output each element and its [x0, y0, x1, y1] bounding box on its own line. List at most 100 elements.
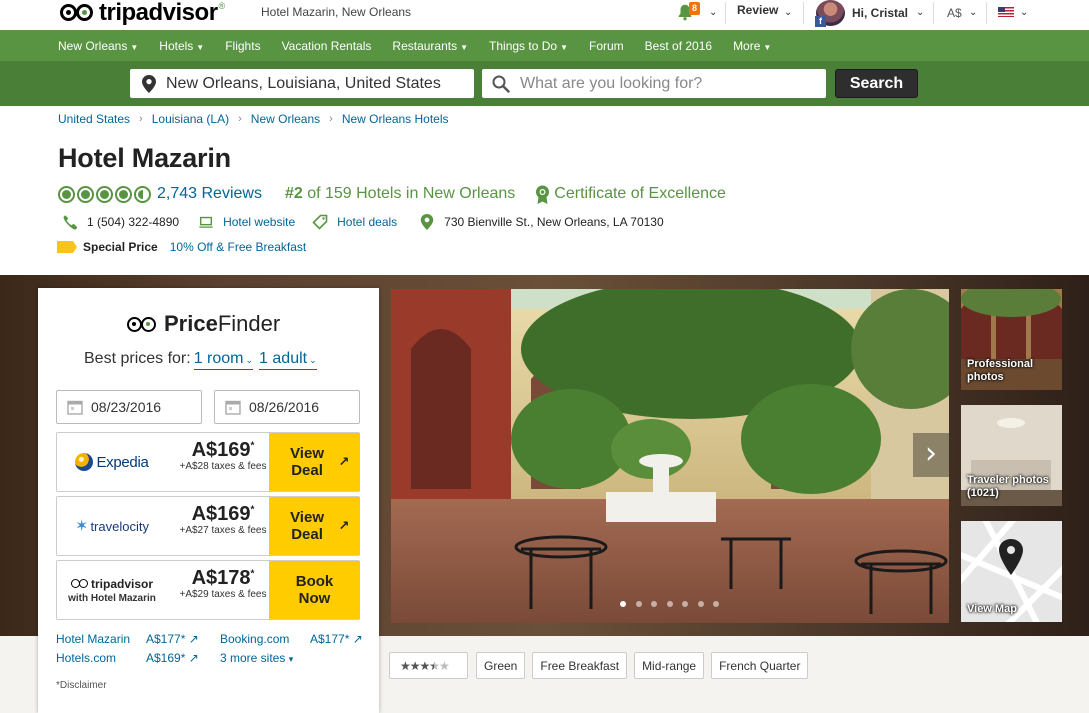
breadcrumb-country[interactable]: United States: [58, 112, 130, 126]
chevron-down-icon: ▼: [763, 42, 772, 52]
disclaimer-link[interactable]: *Disclaimer: [56, 680, 107, 691]
search-input[interactable]: [520, 74, 810, 93]
nav-item-best-of-2016[interactable]: Best of 2016: [645, 39, 712, 53]
search-icon: [492, 75, 510, 93]
chevron-down-icon[interactable]: ⌄: [709, 7, 717, 18]
checkin-date-field[interactable]: 08/23/2016: [56, 390, 202, 424]
provider-logo: Expedia: [57, 433, 167, 491]
chevron-down-icon: ⌄: [245, 355, 254, 365]
offer-price: A$169* +A$27 taxes & fees: [179, 503, 267, 536]
price-tag-icon: [57, 241, 77, 253]
user-greeting[interactable]: Hi, Cristal: [852, 6, 908, 20]
traveler-photos-thumb[interactable]: Traveler photos (1021): [961, 405, 1062, 506]
courtyard-photo: [391, 289, 949, 623]
hotel-deals-link[interactable]: Hotel deals: [337, 215, 397, 229]
tag-mid-range[interactable]: Mid-range: [634, 652, 705, 679]
book-now-button[interactable]: Book Now: [269, 561, 360, 619]
special-price-label: Special Price: [83, 240, 158, 254]
rating-bubble-icon: [115, 185, 132, 203]
view-deal-button[interactable]: View Deal ↗: [269, 433, 360, 491]
ranking-link[interactable]: #2 of 159 Hotels in New Orleans: [285, 185, 515, 203]
owl-icon: [70, 579, 89, 588]
chevron-right-icon: ›: [329, 113, 333, 125]
other-site-name[interactable]: Booking.com: [220, 632, 289, 646]
laptop-icon: [198, 216, 214, 228]
location-input[interactable]: [166, 74, 456, 93]
chevron-down-icon[interactable]: ⌄: [784, 7, 792, 18]
other-site-price[interactable]: A$177* ↗: [310, 632, 363, 646]
next-photo-arrow[interactable]: ›: [913, 433, 949, 477]
chevron-down-icon[interactable]: ⌄: [969, 7, 977, 18]
nav-item-vacation-rentals[interactable]: Vacation Rentals: [282, 39, 372, 53]
slide-dot[interactable]: [620, 601, 626, 607]
breadcrumb-hotels[interactable]: New Orleans Hotels: [342, 112, 449, 126]
chevron-down-icon[interactable]: ⌄: [916, 7, 924, 18]
search-button[interactable]: Search: [835, 69, 918, 98]
nav-item-more[interactable]: More ▼: [733, 39, 771, 53]
slide-dot[interactable]: [666, 601, 673, 607]
certificate-of-excellence[interactable]: Certificate of Excellence: [554, 185, 726, 203]
special-price-row: Special Price 10% Off & Free Breakfast: [57, 239, 306, 255]
rating-bubble-icon: [96, 185, 113, 203]
view-map-thumb[interactable]: View Map: [961, 521, 1062, 622]
other-site-price[interactable]: A$169* ↗: [146, 651, 199, 665]
main-nav: New Orleans ▼ Hotels ▼ Flights Vacation Renta…: [0, 30, 1089, 61]
slide-dot[interactable]: [682, 601, 688, 607]
slide-dot[interactable]: [713, 601, 719, 607]
more-sites-dropdown[interactable]: 3 more sites ▾: [220, 651, 293, 665]
top-hotel-name[interactable]: Hotel Mazarin, New Orleans: [261, 5, 411, 19]
nav-item-forum[interactable]: Forum: [589, 39, 624, 53]
slide-dot[interactable]: [635, 601, 642, 607]
nav-item-hotels[interactable]: Hotels ▼: [159, 39, 204, 53]
main-photo[interactable]: [391, 289, 949, 623]
offer-travelocity[interactable]: ✶ travelocity A$169* +A$27 taxes & fees V…: [56, 496, 360, 556]
nav-item-things-to-do[interactable]: Things to Do ▼: [489, 39, 568, 53]
tag-green[interactable]: Green: [476, 652, 526, 679]
review-menu[interactable]: Review: [737, 3, 778, 17]
hotel-address[interactable]: 730 Bienville St., New Orleans, LA 70130: [444, 215, 663, 229]
offer-tripadvisor[interactable]: tripadvisor with Hotel Mazarin A$178* +A…: [56, 560, 360, 620]
what-field[interactable]: [482, 69, 826, 98]
other-site-name[interactable]: Hotels.com: [56, 651, 116, 665]
hotel-class-stars[interactable]: ★★★★★★★★★★: [389, 652, 468, 679]
geo-field[interactable]: [130, 69, 474, 98]
other-site-price[interactable]: A$177* ↗: [146, 632, 199, 646]
checkout-date-field[interactable]: 08/26/2016: [214, 390, 360, 424]
bubble-rating[interactable]: [58, 185, 153, 203]
currency-selector[interactable]: A$: [947, 6, 962, 20]
slide-dot[interactable]: [651, 601, 657, 607]
nav-item-restaurants[interactable]: Restaurants ▼: [392, 39, 468, 53]
logo-wordmark: tripadvisor: [99, 0, 218, 26]
calendar-icon: [67, 400, 83, 415]
breadcrumb: United States › Louisiana (LA) › New Orlea…: [58, 112, 449, 126]
price-finder-title: PriceFinder: [127, 311, 280, 337]
chevron-right-icon: ›: [238, 113, 242, 125]
chevron-down-icon: ▼: [560, 42, 568, 52]
view-deal-button[interactable]: View Deal ↗: [269, 497, 360, 555]
breadcrumb-city[interactable]: New Orleans: [251, 112, 320, 126]
adults-dropdown[interactable]: 1 adult ⌄: [259, 350, 317, 370]
tag-french-quarter[interactable]: French Quarter: [711, 652, 809, 679]
notification-badge: 8: [689, 2, 701, 15]
prices-for: Best prices for: 1 room ⌄ 1 adult ⌄: [84, 350, 317, 370]
nav-item-flights[interactable]: Flights: [225, 39, 260, 53]
owl-icon: [127, 316, 159, 332]
hotel-website-link[interactable]: Hotel website: [223, 215, 295, 229]
rooms-dropdown[interactable]: 1 room ⌄: [193, 350, 254, 370]
special-price-deal[interactable]: 10% Off & Free Breakfast: [170, 240, 307, 254]
tag-free-breakfast[interactable]: Free Breakfast: [532, 652, 628, 679]
tripadvisor-logo[interactable]: tripadvisor ®: [60, 0, 225, 26]
us-flag-icon[interactable]: [998, 7, 1014, 17]
contact-row: 1 (504) 322-4890 Hotel website Hotel dea…: [62, 213, 664, 231]
professional-photos-thumb[interactable]: Professional photos: [961, 289, 1062, 390]
slide-dot[interactable]: [697, 601, 704, 607]
nav-item-new-orleans[interactable]: New Orleans ▼: [58, 39, 138, 53]
chevron-down-icon: ▼: [460, 42, 469, 52]
chevron-down-icon[interactable]: ⌄: [1020, 7, 1028, 18]
phone-number[interactable]: 1 (504) 322-4890: [87, 215, 179, 229]
other-site-name[interactable]: Hotel Mazarin: [56, 632, 130, 646]
reviews-link[interactable]: 2,743 Reviews: [157, 185, 262, 203]
breadcrumb-state[interactable]: Louisiana (LA): [152, 112, 229, 126]
tag-icon: [312, 214, 328, 230]
offer-expedia[interactable]: Expedia A$169* +A$28 taxes & fees View D…: [56, 432, 360, 492]
